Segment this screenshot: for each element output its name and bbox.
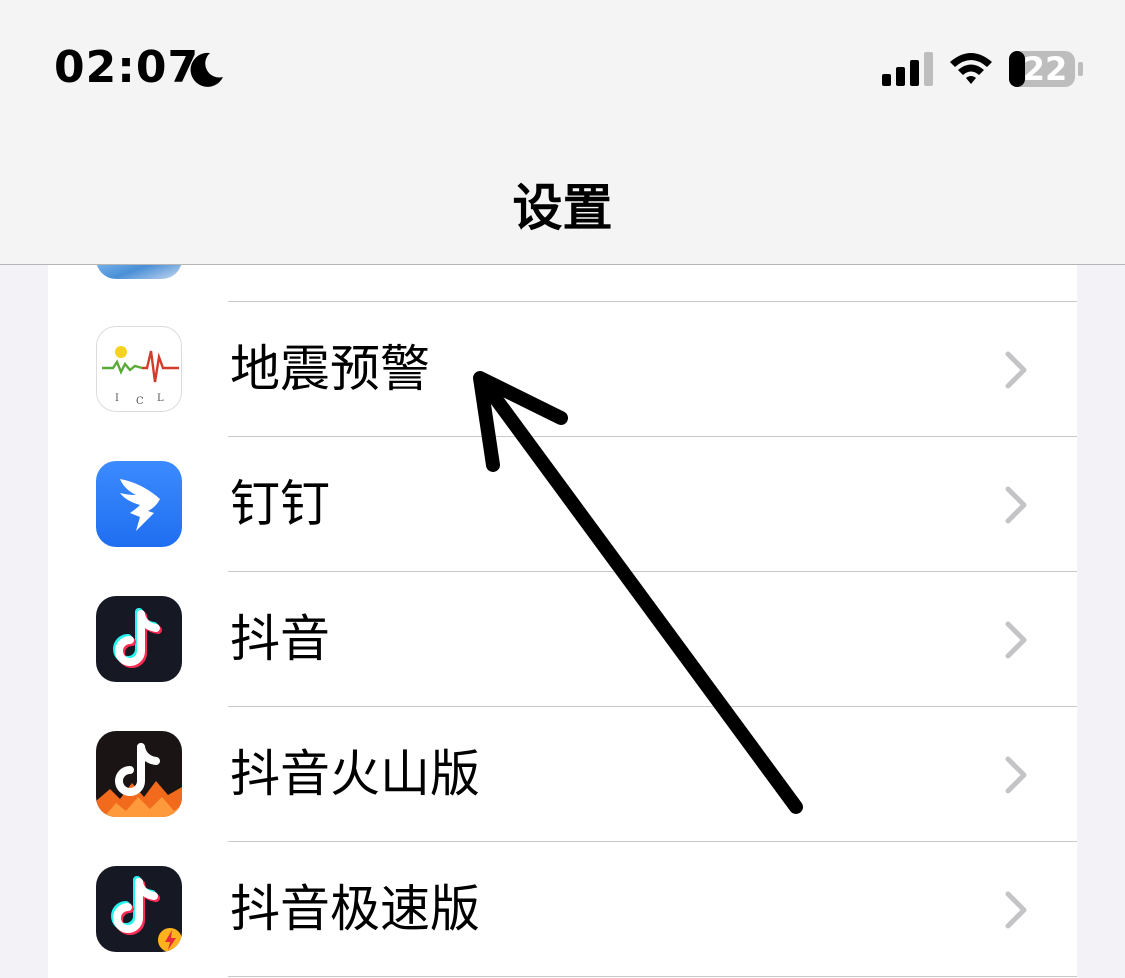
nav-bar: 设置 [0, 130, 1125, 265]
svg-text:L: L [157, 393, 164, 404]
chevron-right-icon [1005, 351, 1027, 389]
chevron-right-icon [1005, 756, 1027, 794]
list-item-douyin-huoshan[interactable]: 抖音火山版 [48, 707, 1077, 842]
earthquake-warning-app-icon: I C L [96, 326, 182, 412]
douyin-huoshan-app-icon [96, 731, 182, 817]
page-title: 设置 [512, 179, 613, 237]
svg-text:I: I [115, 393, 119, 404]
douyin-app-icon [96, 596, 182, 682]
wifi-icon [950, 53, 992, 84]
partial-app-icon [96, 265, 182, 279]
chevron-right-icon [1005, 621, 1027, 659]
list-item-earthquake-warning[interactable]: I C L 地震预警 [48, 302, 1077, 437]
list-item-label: 地震预警 [230, 340, 430, 398]
status-bar: 02:07 22 [0, 0, 1125, 130]
chevron-right-icon [1005, 891, 1027, 929]
cellular-signal-icon [882, 52, 933, 86]
douyin-lite-app-icon [96, 866, 182, 952]
list-item-label: 抖音极速版 [230, 880, 480, 938]
svg-text:C: C [136, 396, 144, 407]
moon-icon [190, 52, 223, 87]
list-item-label: 抖音 [230, 610, 330, 668]
list-item-douyin[interactable]: 抖音 [48, 572, 1077, 707]
separator [228, 976, 1077, 977]
list-item-douyin-lite[interactable]: 抖音极速版 [48, 842, 1077, 977]
battery-level: 22 [1022, 50, 1068, 88]
settings-app-list: I C L 地震预警 钉钉 抖音 抖音火山版 抖音极速版 [48, 265, 1077, 978]
status-time: 02:07 [54, 42, 200, 93]
list-item-dingtalk[interactable]: 钉钉 [48, 437, 1077, 572]
list-item-label: 钉钉 [230, 475, 330, 533]
list-item-label: 抖音火山版 [230, 745, 480, 803]
dingtalk-app-icon [96, 461, 182, 547]
chevron-right-icon [1005, 486, 1027, 524]
